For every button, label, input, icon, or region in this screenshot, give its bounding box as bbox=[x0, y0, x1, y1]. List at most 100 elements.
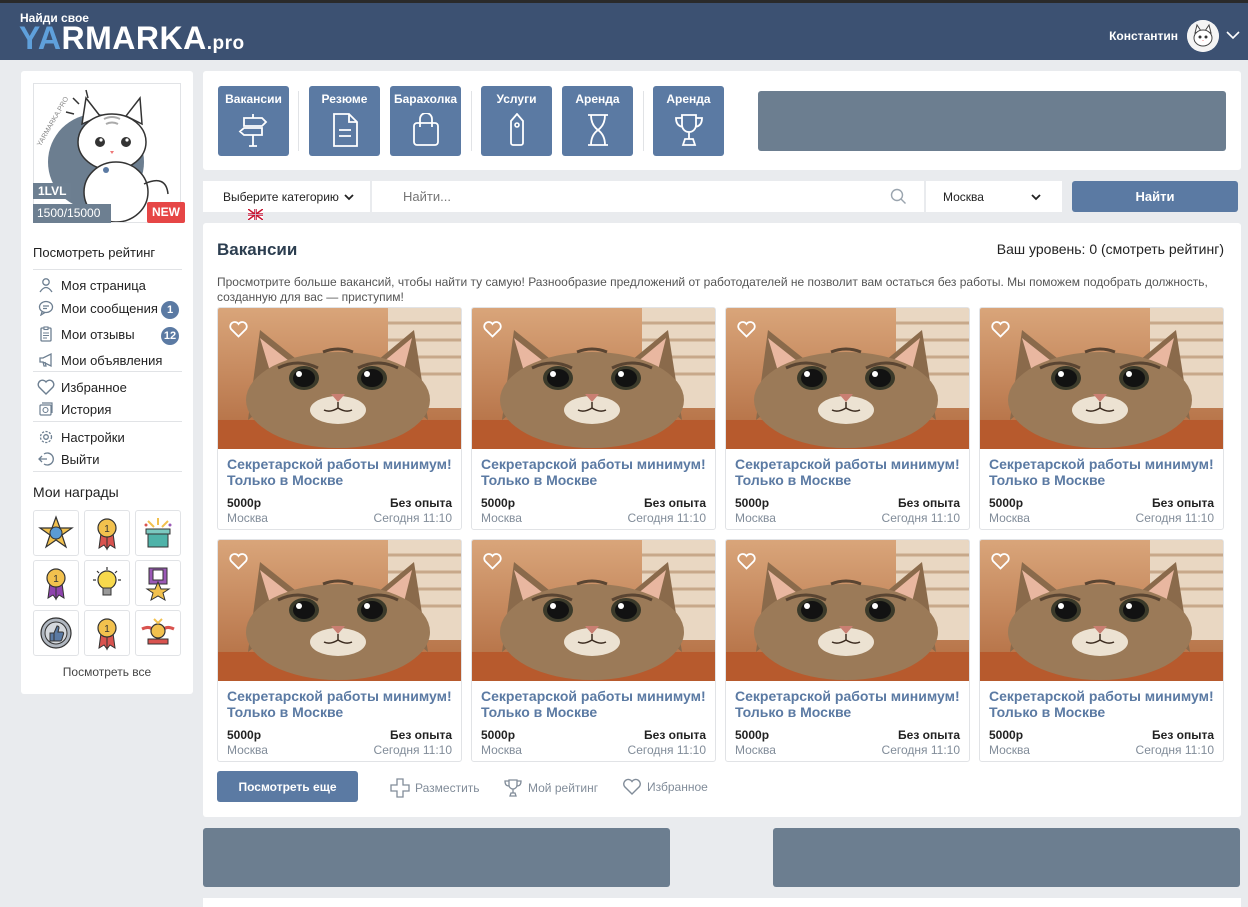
section-title: Вакансии bbox=[217, 240, 298, 259]
menu-messages[interactable]: Мои сообщения bbox=[37, 298, 158, 318]
category-rent[interactable]: Аренда bbox=[562, 86, 633, 156]
search-button[interactable]: Найти bbox=[1072, 181, 1238, 212]
tag-icon bbox=[509, 113, 524, 146]
flag-icon bbox=[248, 209, 263, 220]
category-resumes[interactable]: Резюме bbox=[309, 86, 380, 156]
vacancy-city: Москва bbox=[735, 743, 776, 757]
medal-icon[interactable]: 1 bbox=[84, 610, 130, 656]
vacancy-card[interactable]: Секретарской работы минимум! Только в Мо… bbox=[725, 539, 970, 762]
vacancy-photo[interactable] bbox=[218, 540, 461, 681]
categories-panel: Вакансии Резюме Барахолка Услуги Аренда … bbox=[203, 71, 1241, 170]
star-ribbon-icon[interactable] bbox=[135, 560, 181, 606]
menu-my-ads[interactable]: Мои объявления bbox=[37, 350, 162, 370]
category-select[interactable]: Выберите категорию bbox=[203, 181, 370, 212]
vacancy-card[interactable]: Секретарской работы минимум! Только в Мо… bbox=[217, 539, 462, 762]
menu-favorites[interactable]: Избранное bbox=[37, 377, 127, 397]
vacancy-title[interactable]: Секретарской работы минимум! Только в Мо… bbox=[481, 456, 711, 488]
ad-banner-bottom-right[interactable] bbox=[773, 828, 1240, 887]
category-flea-market[interactable]: Барахолка bbox=[390, 86, 461, 156]
view-rating-link[interactable]: Посмотреть рейтинг bbox=[33, 245, 155, 260]
thumbs-up-icon[interactable] bbox=[33, 610, 79, 656]
chevron-down-icon[interactable] bbox=[1226, 30, 1240, 40]
my-rating-link[interactable]: Мой рейтинг bbox=[503, 778, 598, 798]
vacancy-card[interactable]: Секретарской работы минимум! Только в Мо… bbox=[979, 539, 1224, 762]
trophy-icon bbox=[674, 114, 703, 146]
ad-banner-bottom-left[interactable] bbox=[203, 828, 670, 887]
vacancy-title[interactable]: Секретарской работы минимум! Только в Мо… bbox=[989, 688, 1219, 720]
heart-icon[interactable] bbox=[483, 321, 502, 343]
vacancy-price: 5000р bbox=[481, 496, 516, 510]
awards-title: Мои награды bbox=[33, 484, 119, 500]
see-all-awards-link[interactable]: Посмотреть все bbox=[21, 665, 193, 679]
load-more-button[interactable]: Посмотреть еще bbox=[217, 771, 358, 802]
section-description: Просмотрите больше вакансий, чтобы найти… bbox=[217, 275, 1208, 304]
vacancy-price: 5000р bbox=[989, 728, 1024, 742]
vacancy-title[interactable]: Секретарской работы минимум! Только в Мо… bbox=[227, 688, 457, 720]
vacancies-panel: Вакансии Ваш уровень: 0 (смотреть рейтин… bbox=[203, 223, 1241, 817]
heart-icon[interactable] bbox=[991, 553, 1010, 575]
vacancy-date: Сегодня 11:10 bbox=[881, 511, 960, 525]
user-avatar[interactable] bbox=[1187, 20, 1219, 52]
heart-icon[interactable] bbox=[229, 321, 248, 343]
lightbulb-icon[interactable] bbox=[84, 560, 130, 606]
vacancy-city: Москва bbox=[227, 743, 268, 757]
vacancy-experience: Без опыта bbox=[390, 728, 452, 742]
vacancy-title[interactable]: Секретарской работы минимум! Только в Мо… bbox=[227, 456, 457, 488]
vacancy-photo[interactable] bbox=[726, 308, 969, 449]
chevron-down-icon bbox=[1031, 194, 1041, 201]
vacancy-photo[interactable] bbox=[472, 540, 715, 681]
vacancy-title[interactable]: Секретарской работы минимум! Только в Мо… bbox=[735, 456, 965, 488]
favorites-link[interactable]: Избранное bbox=[622, 778, 708, 796]
vacancy-photo[interactable] bbox=[218, 308, 461, 449]
post-ad-link[interactable]: Разместить bbox=[390, 778, 480, 798]
category-vacancies[interactable]: Вакансии bbox=[218, 86, 289, 156]
vacancy-photo[interactable] bbox=[980, 540, 1223, 681]
category-separator bbox=[471, 91, 472, 151]
city-select[interactable]: Москва bbox=[926, 181, 1062, 212]
menu-reviews[interactable]: Мои отзывы bbox=[37, 324, 135, 344]
vacancy-photo[interactable] bbox=[980, 308, 1223, 449]
user-level-link[interactable]: Ваш уровень: 0 (смотреть рейтинг) bbox=[997, 241, 1224, 257]
vacancy-title[interactable]: Секретарской работы минимум! Только в Мо… bbox=[481, 688, 711, 720]
vacancy-card[interactable]: Секретарской работы минимум! Только в Мо… bbox=[217, 307, 462, 530]
search-icon[interactable] bbox=[890, 188, 907, 205]
level-badge: 1LVL bbox=[33, 183, 72, 199]
gift-icon[interactable] bbox=[135, 510, 181, 556]
xp-progress: 1500/15000 bbox=[33, 204, 111, 223]
vacancy-card[interactable]: Секретарской работы минимум! Только в Мо… bbox=[725, 307, 970, 530]
svg-text:1: 1 bbox=[104, 624, 110, 635]
plus-icon bbox=[390, 778, 410, 798]
menu-logout[interactable]: Выйти bbox=[37, 449, 100, 469]
messages-icon bbox=[37, 299, 55, 317]
user-name[interactable]: Константин bbox=[1109, 29, 1178, 43]
heart-icon[interactable] bbox=[991, 321, 1010, 343]
search-input[interactable] bbox=[372, 181, 924, 212]
vacancy-card[interactable]: Секретарской работы минимум! Только в Мо… bbox=[979, 307, 1224, 530]
category-services[interactable]: Услуги bbox=[481, 86, 552, 156]
category-rent-trophy[interactable]: Аренда bbox=[653, 86, 724, 156]
vacancy-photo[interactable] bbox=[726, 540, 969, 681]
winged-badge-icon[interactable] bbox=[135, 610, 181, 656]
vacancy-photo[interactable] bbox=[472, 308, 715, 449]
star-medal-icon[interactable] bbox=[33, 510, 79, 556]
menu-my-page[interactable]: Моя страница bbox=[37, 275, 146, 295]
bag-icon bbox=[412, 113, 439, 146]
ad-banner-top[interactable] bbox=[758, 91, 1226, 151]
vacancy-title[interactable]: Секретарской работы минимум! Только в Мо… bbox=[989, 456, 1219, 488]
reviews-count-badge: 12 bbox=[161, 327, 179, 345]
menu-settings[interactable]: Настройки bbox=[37, 427, 125, 447]
heart-icon[interactable] bbox=[737, 553, 756, 575]
heart-icon[interactable] bbox=[483, 553, 502, 575]
vacancy-card[interactable]: Секретарской работы минимум! Только в Мо… bbox=[471, 307, 716, 530]
history-icon bbox=[37, 400, 55, 418]
svg-text:1: 1 bbox=[53, 574, 59, 585]
vacancy-card[interactable]: Секретарской работы минимум! Только в Мо… bbox=[471, 539, 716, 762]
site-logo[interactable]: YARMARKA.pro bbox=[19, 22, 245, 60]
vacancy-title[interactable]: Секретарской работы минимум! Только в Мо… bbox=[735, 688, 965, 720]
menu-history[interactable]: История bbox=[37, 399, 111, 419]
ribbon-medal-icon[interactable]: 1 bbox=[84, 510, 130, 556]
vacancy-experience: Без опыта bbox=[898, 728, 960, 742]
medal-icon[interactable]: 1 bbox=[33, 560, 79, 606]
heart-icon[interactable] bbox=[737, 321, 756, 343]
heart-icon[interactable] bbox=[229, 553, 248, 575]
